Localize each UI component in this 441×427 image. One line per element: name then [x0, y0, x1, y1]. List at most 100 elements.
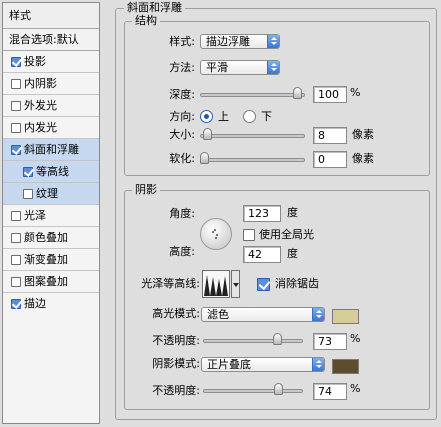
sidebar-item-pattern-overlay[interactable]: 图案叠加	[3, 271, 99, 293]
texture-checkbox[interactable]	[23, 188, 33, 199]
satin-checkbox[interactable]	[11, 210, 21, 221]
shadow-color-swatch[interactable]	[332, 359, 359, 374]
sidebar-item-gradient-overlay[interactable]: 渐变叠加	[3, 249, 99, 271]
contour-curve-icon	[204, 275, 228, 296]
sidebar-item-label: 颜色叠加	[24, 230, 68, 244]
highlight-mode-label: 高光模式:	[152, 307, 200, 320]
slider-track	[200, 134, 305, 138]
highlight-opacity-label: 不透明度:	[152, 334, 200, 347]
dial-dot	[215, 237, 217, 239]
highlight-opacity-field[interactable]: 73	[313, 333, 347, 350]
contour-checkbox[interactable]	[23, 166, 33, 177]
method-select[interactable]: 平滑	[200, 60, 280, 75]
highlight-mode-select[interactable]: 滤色	[201, 307, 325, 322]
gloss-contour-label: 光泽等高线:	[141, 277, 200, 290]
highlight-opacity-unit: %	[350, 332, 361, 345]
sidebar-item-texture[interactable]: 纹理	[3, 183, 99, 205]
global-light-checkbox[interactable]	[243, 229, 255, 241]
pattern-overlay-checkbox[interactable]	[11, 276, 21, 287]
slider-track	[203, 339, 303, 343]
sidebar-item-contour[interactable]: 等高线	[3, 161, 99, 183]
depth-slider[interactable]	[200, 87, 305, 100]
angle-dial[interactable]	[200, 218, 232, 250]
global-light-label: 使用全局光	[259, 228, 314, 241]
altitude-unit: 度	[287, 247, 298, 260]
sidebar-item-satin[interactable]: 光泽	[3, 205, 99, 227]
angle-field[interactable]: 123	[243, 205, 281, 222]
styles-header: 样式	[3, 3, 99, 29]
shadow-mode-label: 阴影模式:	[152, 357, 200, 370]
slider-knob[interactable]	[200, 152, 209, 164]
sidebar-item-label: 外发光	[24, 98, 57, 112]
sidebar-item-stroke[interactable]: 描边	[3, 293, 99, 315]
method-select-value: 平滑	[206, 61, 228, 74]
style-select[interactable]: 描边浮雕	[200, 34, 280, 49]
chevron-updown-icon	[312, 358, 324, 371]
angle-label: 角度:	[169, 207, 195, 220]
style-label: 样式:	[169, 35, 195, 48]
highlight-mode-value: 滤色	[207, 308, 229, 321]
highlight-opacity-slider[interactable]	[203, 333, 303, 346]
inner-glow-checkbox[interactable]	[11, 122, 21, 133]
antialias-checkbox[interactable]	[257, 278, 270, 291]
sidebar-item-label: 内阴影	[24, 76, 57, 90]
shadow-mode-value: 正片叠底	[207, 358, 251, 371]
sidebar-item-bevel-emboss[interactable]: 斜面和浮雕	[3, 139, 99, 161]
inner-shadow-checkbox[interactable]	[11, 78, 21, 89]
slider-knob[interactable]	[293, 87, 302, 99]
dial-dot	[212, 231, 214, 233]
sidebar-item-color-overlay[interactable]: 颜色叠加	[3, 227, 99, 249]
sidebar-item-label: 等高线	[36, 164, 69, 178]
bevel-emboss-checkbox[interactable]	[11, 144, 21, 155]
direction-up-radio[interactable]	[200, 110, 213, 123]
styles-sidebar: 样式 混合选项:默认 投影 内阴影 外发光 内发光 斜面和浮雕 等高线 纹理 光…	[2, 2, 100, 424]
slider-knob[interactable]	[203, 128, 212, 140]
contour-dropdown-arrow[interactable]	[231, 270, 240, 298]
sidebar-item-inner-glow[interactable]: 内发光	[3, 117, 99, 139]
altitude-field[interactable]: 42	[243, 246, 281, 263]
soften-field[interactable]: 0	[313, 151, 347, 168]
outer-glow-checkbox[interactable]	[11, 100, 21, 111]
soften-slider[interactable]	[200, 152, 305, 165]
gradient-overlay-checkbox[interactable]	[11, 254, 21, 265]
size-slider[interactable]	[200, 128, 305, 141]
direction-up-label: 上	[218, 110, 229, 123]
direction-down-label: 下	[261, 110, 272, 123]
color-overlay-checkbox[interactable]	[11, 232, 21, 243]
soften-unit: 像素	[352, 152, 374, 165]
bevel-emboss-title: 斜面和浮雕	[124, 1, 185, 15]
slider-knob[interactable]	[274, 383, 283, 395]
dial-dot	[216, 234, 218, 236]
structure-title: 结构	[132, 14, 160, 28]
stroke-checkbox[interactable]	[11, 299, 21, 309]
sidebar-item-drop-shadow[interactable]: 投影	[3, 51, 99, 73]
shadow-opacity-slider[interactable]	[203, 383, 303, 396]
sidebar-item-label: 内发光	[24, 120, 57, 134]
shading-title: 阴影	[132, 183, 160, 197]
altitude-label: 高度:	[169, 245, 195, 258]
drop-shadow-checkbox[interactable]	[11, 56, 21, 67]
sidebar-item-label: 投影	[24, 54, 46, 68]
sidebar-item-outer-glow[interactable]: 外发光	[3, 95, 99, 117]
depth-label: 深度:	[169, 88, 195, 101]
shadow-opacity-label: 不透明度:	[152, 384, 200, 397]
slider-track	[200, 158, 305, 162]
size-label: 大小:	[169, 128, 195, 141]
style-select-value: 描边浮雕	[206, 35, 250, 48]
sidebar-item-inner-shadow[interactable]: 内阴影	[3, 73, 99, 95]
sidebar-item-label: 描边	[24, 297, 46, 310]
highlight-color-swatch[interactable]	[332, 309, 359, 324]
slider-knob[interactable]	[273, 333, 282, 345]
chevron-updown-icon	[267, 35, 279, 48]
shadow-opacity-unit: %	[350, 382, 361, 395]
size-field[interactable]: 8	[313, 127, 347, 144]
antialias-label: 消除锯齿	[275, 277, 319, 290]
shadow-mode-select[interactable]: 正片叠底	[201, 357, 325, 372]
sidebar-item-label: 光泽	[24, 208, 46, 222]
direction-down-radio[interactable]	[243, 110, 256, 123]
slider-track	[203, 389, 303, 393]
gloss-contour-preview[interactable]	[202, 270, 230, 298]
shadow-opacity-field[interactable]: 74	[313, 383, 347, 400]
blending-options-item[interactable]: 混合选项:默认	[3, 29, 99, 51]
depth-field[interactable]: 100	[313, 86, 347, 103]
